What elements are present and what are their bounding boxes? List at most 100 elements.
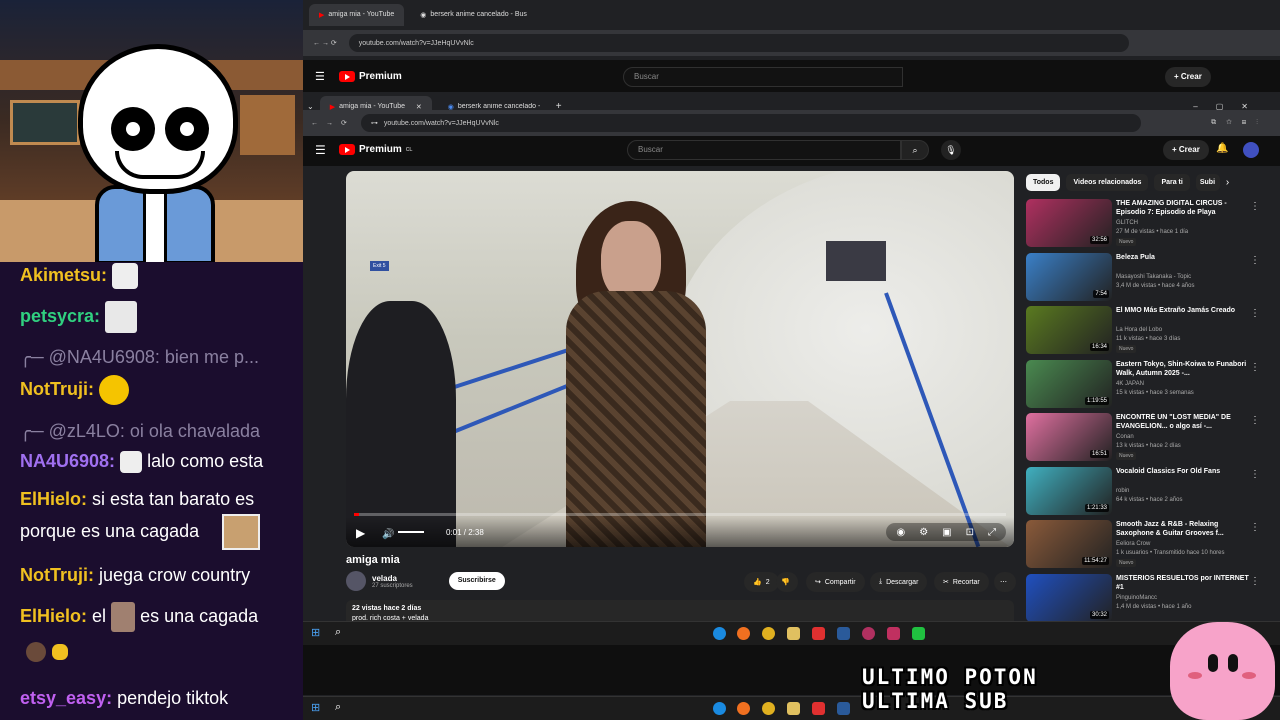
duration-badge: 1:21:33	[1084, 503, 1109, 512]
download-button[interactable]: ⤓ Descargar	[870, 572, 928, 592]
firefox-icon[interactable]	[737, 702, 750, 715]
firefox-icon[interactable]	[737, 627, 750, 640]
recommendation-item[interactable]: 16:51 ENCONTRÉ UN "LOST MEDIA" DE EVANGEL…	[1026, 413, 1266, 463]
video-player[interactable]: Exit 5 ▶ 🔊 0:01 / 2:38 ◉ ⚙ ▣ ⊡ ⤢	[346, 171, 1014, 547]
subscriber-count: 27 suscriptores	[372, 582, 413, 589]
more-vert-icon[interactable]: ⋮	[1250, 201, 1260, 212]
search-icon[interactable]: ⌕	[335, 701, 341, 714]
steam-icon[interactable]	[837, 627, 850, 640]
recommendation-channel[interactable]: PinguinoMancc	[1116, 594, 1157, 602]
recommendation-channel[interactable]: robin	[1116, 487, 1129, 495]
more-actions-button[interactable]: ⋯	[994, 572, 1016, 592]
recommendation-title[interactable]: Vocaloid Classics For Old Fans	[1116, 467, 1250, 476]
recommendation-channel[interactable]: 4K JAPAN	[1116, 380, 1144, 388]
recommendation-channel[interactable]: Conan	[1116, 433, 1134, 441]
url-field[interactable]: ⊶ youtube.com/watch?v=JJeHqUVvNlc	[360, 114, 1141, 132]
chip-for-you[interactable]: Para ti	[1154, 174, 1190, 191]
bell-icon[interactable]: 🔔	[1216, 143, 1228, 154]
video-thumbnail[interactable]: 16:34	[1026, 306, 1112, 354]
video-thumbnail[interactable]: 1:19:55	[1026, 359, 1112, 408]
video-thumbnail[interactable]: 16:51	[1026, 413, 1112, 461]
app-icon[interactable]	[887, 627, 900, 640]
recommendation-title[interactable]: Beleza Pula	[1116, 253, 1250, 262]
dislike-button[interactable]: 👎	[776, 572, 798, 592]
progress-bar[interactable]	[354, 513, 1006, 516]
recommendation-title[interactable]: El MMO Más Extraño Jamás Creado	[1116, 306, 1250, 315]
channel-avatar[interactable]	[346, 571, 366, 591]
folder-icon[interactable]	[787, 702, 800, 715]
channel-name[interactable]: velada	[372, 574, 413, 583]
more-vert-icon[interactable]: ⋮	[1250, 576, 1260, 587]
more-vert-icon[interactable]: ⋮	[1250, 415, 1260, 426]
edge-icon[interactable]	[713, 627, 726, 640]
edge-icon[interactable]	[713, 702, 726, 715]
search-input[interactable]: Buscar	[627, 140, 901, 160]
folder-icon[interactable]	[787, 627, 800, 640]
volume-slider[interactable]	[398, 531, 424, 533]
recommendation-title[interactable]: MISTERIOS RESUELTOS por INTERNET #1	[1116, 574, 1250, 592]
volume-icon[interactable]: 🔊	[382, 529, 394, 540]
subscribe-button[interactable]: Suscribirse	[448, 572, 505, 590]
chip-subidos[interactable]: Subi	[1195, 174, 1220, 191]
more-vert-icon[interactable]: ⋮	[1250, 522, 1260, 533]
settings-gear-icon[interactable]: ⚙	[919, 527, 928, 538]
chip-todos[interactable]: Todos	[1026, 174, 1061, 191]
back-tab[interactable]: ▶ amiga mia - YouTube	[309, 3, 405, 26]
miniplayer-icon[interactable]: ▣	[942, 527, 951, 538]
steam-icon[interactable]	[837, 702, 850, 715]
play-icon[interactable]: ▶	[356, 526, 365, 540]
clip-button[interactable]: ✂ Recortar	[934, 572, 989, 592]
windows-start-icon[interactable]: ⊞	[311, 626, 320, 639]
video-thumbnail[interactable]: 30:32	[1026, 573, 1112, 622]
chrome-icon[interactable]	[762, 702, 775, 715]
obs-icon[interactable]	[862, 627, 875, 640]
more-vert-icon[interactable]: ⋮	[1250, 255, 1260, 266]
recommendation-item[interactable]: 30:32 MISTERIOS RESUELTOS por INTERNET #1…	[1026, 573, 1266, 624]
recommendation-title[interactable]: THE AMAZING DIGITAL CIRCUS - Episodio 7:…	[1116, 199, 1250, 217]
recommendation-title[interactable]: Smooth Jazz & R&B - Relaxing Saxophone &…	[1116, 520, 1250, 538]
share-button[interactable]: ↪ Compartir	[806, 572, 865, 592]
recommendation-item[interactable]: 1:19:55 Eastern Tokyo, Shin-Koiwa to Funa…	[1026, 359, 1266, 410]
chrome-icon[interactable]	[762, 627, 775, 640]
recommendation-title[interactable]: Eastern Tokyo, Shin-Koiwa to Funabori Wa…	[1116, 360, 1250, 378]
fullscreen-icon[interactable]: ⤢	[988, 527, 996, 538]
like-button[interactable]: 👍 2	[744, 572, 779, 592]
browser-actions-icon[interactable]: ⧉☆⊞⋮	[1211, 119, 1268, 127]
cast-icon[interactable]: ⊡	[966, 527, 974, 538]
recommendation-channel[interactable]: Masayoshi Takanaka - Topic	[1116, 273, 1191, 281]
recommendation-item[interactable]: 32:56 THE AMAZING DIGITAL CIRCUS - Episod…	[1026, 199, 1266, 249]
video-thumbnail[interactable]: 32:56	[1026, 199, 1112, 247]
app-icon[interactable]	[812, 627, 825, 640]
create-button[interactable]: + Crear	[1163, 140, 1209, 160]
recommendation-channel[interactable]: Eeliora Crow	[1116, 540, 1150, 548]
menu-icon[interactable]: ☰	[315, 143, 326, 157]
windows-start-icon[interactable]: ⊞	[311, 701, 320, 714]
chevron-right-icon[interactable]: ›	[1226, 174, 1229, 191]
video-thumbnail[interactable]: 11:54:27	[1026, 520, 1112, 568]
recommendation-item[interactable]: 7:54 Beleza Pula Masayoshi Takanaka - Topi…	[1026, 252, 1266, 303]
video-thumbnail[interactable]: 7:54	[1026, 252, 1112, 301]
recommendation-item[interactable]: 16:34 El MMO Más Extraño Jamás Creado La H…	[1026, 306, 1266, 356]
video-thumbnail[interactable]: 1:21:33	[1026, 466, 1112, 515]
chip-related[interactable]: Videos relacionados	[1066, 174, 1149, 191]
more-vert-icon[interactable]: ⋮	[1250, 469, 1260, 480]
more-vert-icon[interactable]: ⋮	[1250, 308, 1260, 319]
back-tab[interactable]: ◉ berserk anime cancelado - Bus	[410, 4, 537, 26]
app-icon[interactable]	[912, 627, 925, 640]
recommendation-item[interactable]: 1:21:33 Vocaloid Classics For Old Fans rob…	[1026, 466, 1266, 517]
search-icon[interactable]: ⌕	[335, 626, 341, 639]
recommendation-title[interactable]: ENCONTRÉ UN "LOST MEDIA" DE EVANGELION..…	[1116, 413, 1250, 431]
search-button[interactable]: ⌕	[901, 140, 929, 160]
recommendation-item[interactable]: 11:54:27 Smooth Jazz & R&B - Relaxing Sax…	[1026, 520, 1266, 570]
voice-search-button[interactable]: 🎙	[941, 140, 961, 160]
recommendation-channel[interactable]: La Hora del Lobo	[1116, 326, 1162, 334]
app-icon[interactable]	[812, 702, 825, 715]
recommendation-channel[interactable]: GLITCH	[1116, 219, 1138, 227]
yt-logo[interactable]: Premium CL	[339, 144, 412, 155]
account-avatar[interactable]	[1243, 142, 1259, 158]
nav-buttons-icon[interactable]: ←→⟳	[311, 119, 355, 127]
more-vert-icon[interactable]: ⋮	[1250, 362, 1260, 373]
logo-country: CL	[405, 146, 413, 153]
tab-label: amiga mia - YouTube	[339, 103, 405, 110]
autoplay-toggle-icon[interactable]: ◉	[896, 527, 905, 538]
